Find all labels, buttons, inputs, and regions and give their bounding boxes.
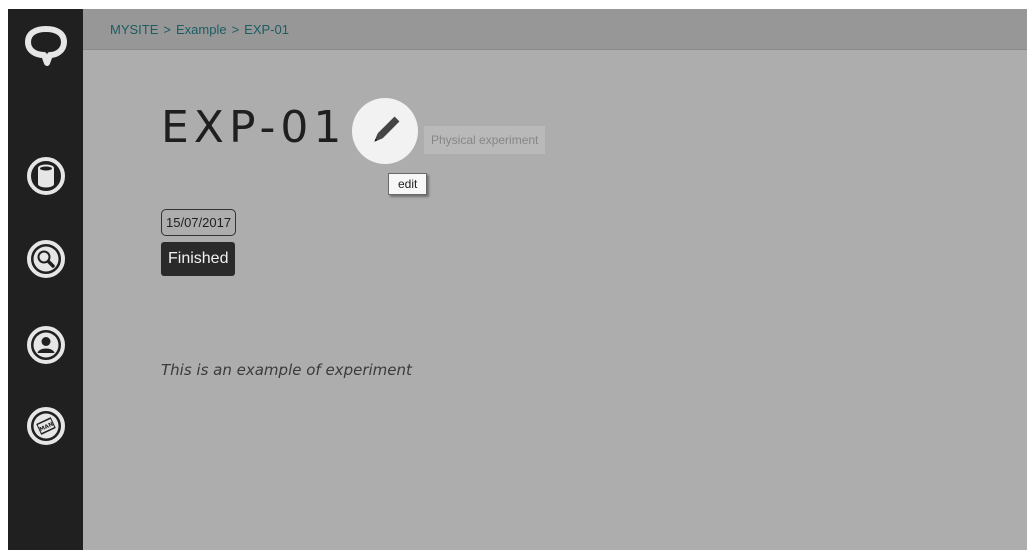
breadcrumb-item-example[interactable]: Example: [176, 22, 227, 37]
page-title: EXP-01: [161, 102, 347, 153]
breadcrumb-separator: >: [163, 21, 171, 37]
experiment-description: This is an example of experiment: [161, 361, 412, 379]
edit-tooltip: edit: [388, 173, 428, 195]
breadcrumb: MYSITE > Example > EXP-01: [83, 9, 1027, 50]
status-badge: Finished: [161, 242, 236, 276]
search-icon[interactable]: [26, 239, 66, 279]
manual-book-icon[interactable]: MAN: [26, 406, 66, 446]
breadcrumb-separator: >: [231, 21, 240, 37]
main-content: EXP-01 Physical experiment edit 15/07/20…: [83, 50, 1027, 550]
pencil-icon: [374, 116, 400, 142]
speech-bubble-logo-icon[interactable]: [23, 23, 69, 69]
edit-button[interactable]: [352, 98, 418, 164]
experiment-type-badge: Physical experiment: [424, 126, 546, 154]
breadcrumb-item-mysite[interactable]: MYSITE: [110, 22, 158, 37]
date-badge: 15/07/2017: [161, 209, 237, 236]
user-icon[interactable]: [26, 325, 66, 365]
sidebar: MAN: [8, 9, 83, 550]
database-icon[interactable]: [26, 156, 66, 196]
breadcrumb-item-exp-01[interactable]: EXP-01: [244, 22, 289, 37]
